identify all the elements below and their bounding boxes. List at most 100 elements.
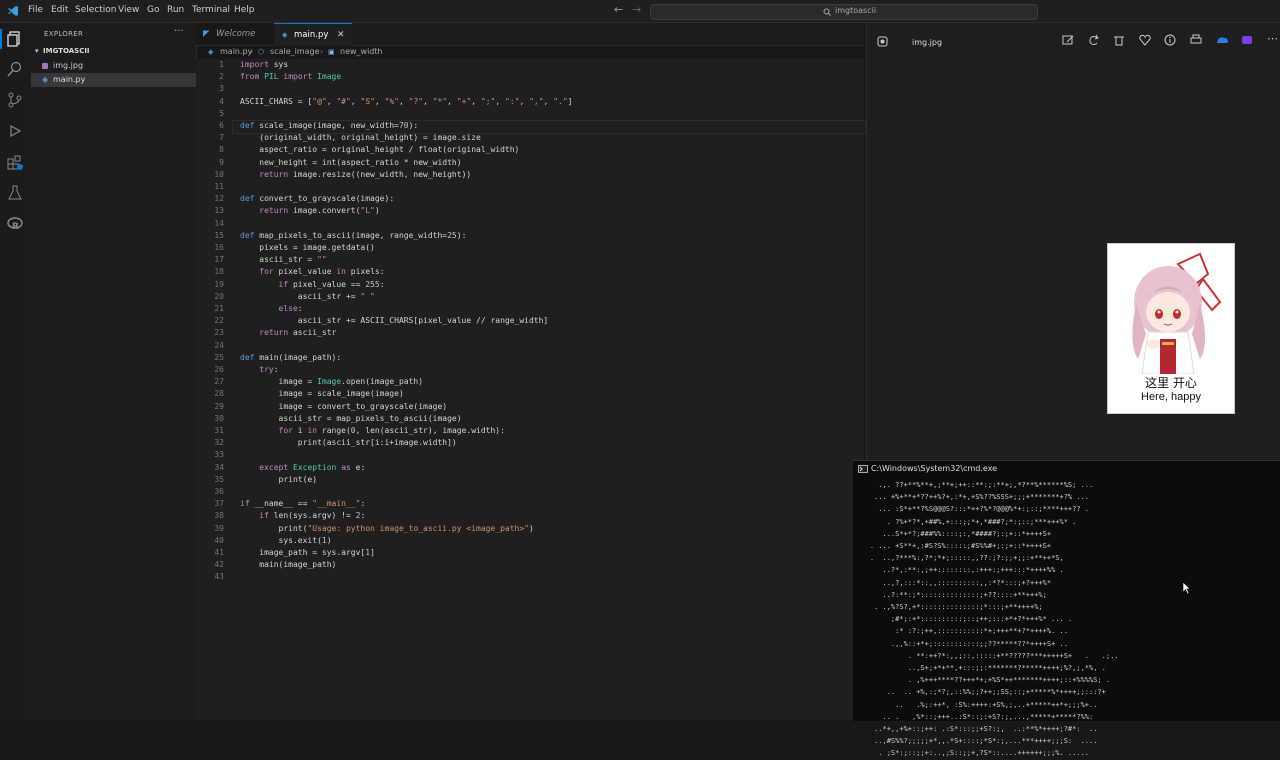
favorite-icon[interactable] xyxy=(1139,34,1151,46)
more-options-icon[interactable]: ⋯ xyxy=(1267,32,1278,45)
testing-icon[interactable] xyxy=(7,185,23,201)
line-number: 41 xyxy=(214,548,224,557)
file-name: main.py xyxy=(53,75,86,84)
search-icon[interactable] xyxy=(7,61,23,77)
code-line: return image.convert("L") xyxy=(259,206,380,216)
menu-file[interactable]: File xyxy=(28,5,43,15)
source-control-icon[interactable] xyxy=(7,92,23,108)
code-line: image = Image.open(image_path) xyxy=(240,377,424,387)
line-number: 37 xyxy=(214,499,224,509)
menu-view[interactable]: View xyxy=(118,5,139,15)
line-number: 28 xyxy=(214,389,224,399)
line-number: 23 xyxy=(214,328,224,338)
line-number: 10 xyxy=(214,169,224,179)
ascii-line: . ?%+*?*,+##%,+:::;;*+,*###?;*:;::;***++… xyxy=(853,517,1077,526)
line-number: 1 xyxy=(219,60,224,69)
code-line: image = convert_to_grayscale(image) xyxy=(240,401,448,411)
folder-row[interactable]: ▾ IMGTOASCII xyxy=(31,44,196,58)
menu-selection[interactable]: Selection xyxy=(75,5,116,15)
line-number: 25 xyxy=(214,352,224,362)
viewer-title: img.jpg xyxy=(912,38,943,47)
chevron-right-icon: › xyxy=(250,47,254,56)
code-line: return image.resize((new_width, new_heig… xyxy=(259,169,472,179)
file-item-main[interactable]: ◆ main.py xyxy=(31,73,196,87)
run-debug-icon[interactable] xyxy=(7,123,23,139)
sticker-image: 这里 开心 Here, happy xyxy=(1107,243,1235,414)
line-number: 34 xyxy=(214,462,224,472)
edit-image-icon[interactable] xyxy=(1062,34,1074,46)
anime-character-image xyxy=(1132,252,1222,374)
menu-help[interactable]: Help xyxy=(234,5,255,15)
code-line: ascii_str = "" xyxy=(240,255,327,265)
code-line: for i in range(0, len(ascii_str), image.… xyxy=(278,426,505,435)
command-prompt-window[interactable]: C:\Windows\System32\cmd.exe .,. ??+**%**… xyxy=(853,460,1280,757)
delete-icon[interactable] xyxy=(1113,34,1125,46)
files-icon[interactable] xyxy=(7,31,23,47)
breadcrumb: ◆ main.py › ⬡ scale_image › ▣ new_width xyxy=(196,45,864,59)
tab-label: main.py xyxy=(294,30,329,40)
code-line: else: xyxy=(278,304,303,313)
line-number: 36 xyxy=(214,487,224,496)
code-line: import sys xyxy=(240,60,289,69)
code-line: new_height = int(aspect_ratio * new_widt… xyxy=(240,157,462,167)
code-line: (original_width, original_height) = imag… xyxy=(240,133,481,143)
code-line: def convert_to_grayscale(image): xyxy=(240,194,395,204)
command-center-search[interactable]: imgtoascii xyxy=(650,4,1038,20)
clipchamp-icon[interactable] xyxy=(1241,34,1253,46)
line-number: 6 xyxy=(219,121,224,130)
line-number: 31 xyxy=(214,426,224,435)
onedrive-icon[interactable] xyxy=(1216,34,1228,46)
code-line: image_path = sys.argv[1] xyxy=(240,548,375,557)
menu-edit[interactable]: Edit xyxy=(51,5,68,15)
line-number: 33 xyxy=(214,450,224,460)
line-number: 43 xyxy=(214,572,224,582)
active-indicator xyxy=(0,29,2,49)
forward-arrow-icon[interactable]: → xyxy=(632,3,641,16)
line-number: 24 xyxy=(214,340,224,350)
line-number: 3 xyxy=(219,84,224,94)
breadcrumb-function[interactable]: scale_image xyxy=(270,45,320,59)
file-item-img[interactable]: img.jpg xyxy=(31,59,196,73)
code-line: from PIL import Image xyxy=(240,72,342,82)
code-line: if len(sys.argv) != 2: xyxy=(259,511,366,521)
cmd-title: C:\Windows\System32\cmd.exe xyxy=(871,464,998,473)
menu-terminal[interactable]: Terminal xyxy=(192,5,230,15)
ascii-line: ...S*+*?;###%%::::;:,*####?;:;+::*++++S+ xyxy=(853,529,1052,538)
menu-run[interactable]: Run xyxy=(167,5,184,15)
ascii-line: . .,%?S?,+*::::::::::::::;*:::;+**++++%; xyxy=(853,603,1043,611)
breadcrumb-variable[interactable]: new_width xyxy=(340,45,383,59)
code-line: return ascii_str xyxy=(259,328,337,338)
line-number: 2 xyxy=(219,72,224,82)
close-icon[interactable]: ✕ xyxy=(337,24,345,46)
code-line: print(e) xyxy=(240,474,318,484)
info-icon[interactable] xyxy=(1164,34,1176,46)
code-line: sys.exit(1) xyxy=(240,535,332,545)
code-line: aspect_ratio = original_height / float(o… xyxy=(240,145,520,155)
line-number: 16 xyxy=(214,243,224,252)
print-icon[interactable] xyxy=(1190,34,1202,46)
ascii-line: . ..,?***%:,?*;*+;:::::,,??:;?:;;+;;:+**… xyxy=(853,554,1064,563)
line-number: 30 xyxy=(214,413,224,423)
breadcrumb-file[interactable]: main.py xyxy=(220,45,252,59)
line-number: 29 xyxy=(214,401,224,411)
line-number: 7 xyxy=(219,133,224,143)
r-extension-icon[interactable]: R xyxy=(7,216,23,232)
cmd-icon xyxy=(858,465,868,473)
back-arrow-icon[interactable]: ← xyxy=(614,3,623,16)
menu-go[interactable]: Go xyxy=(147,5,159,15)
search-icon xyxy=(823,8,831,16)
rotate-icon[interactable] xyxy=(1088,34,1100,46)
tab-welcome[interactable]: ◤ Welcome xyxy=(196,23,275,45)
line-number: 14 xyxy=(214,218,224,228)
tab-main-py[interactable]: ◆ main.py ✕ xyxy=(274,23,352,46)
line-number: 26 xyxy=(214,365,224,374)
code-editor[interactable]: 1 import sys 2 from PIL import Image 3 4 ASCII… xyxy=(196,59,866,720)
line-number: 5 xyxy=(219,108,224,118)
ascii-line: . ;S*:;::;;+:..,;S::;;+,?S*::....++++++;… xyxy=(853,749,1090,758)
folder-name: IMGTOASCII xyxy=(43,47,90,55)
more-actions-icon[interactable]: ··· xyxy=(174,26,184,37)
code-line: ASCII_CHARS = ["@", "#", "S", "%", "?", … xyxy=(240,96,573,106)
extensions-icon[interactable] xyxy=(7,154,23,170)
ascii-line: .. .. +%,:;*?;,::%%;;?++;;SS;::;+*****%*… xyxy=(853,688,1106,697)
explorer-title: EXPLORER xyxy=(44,30,84,38)
